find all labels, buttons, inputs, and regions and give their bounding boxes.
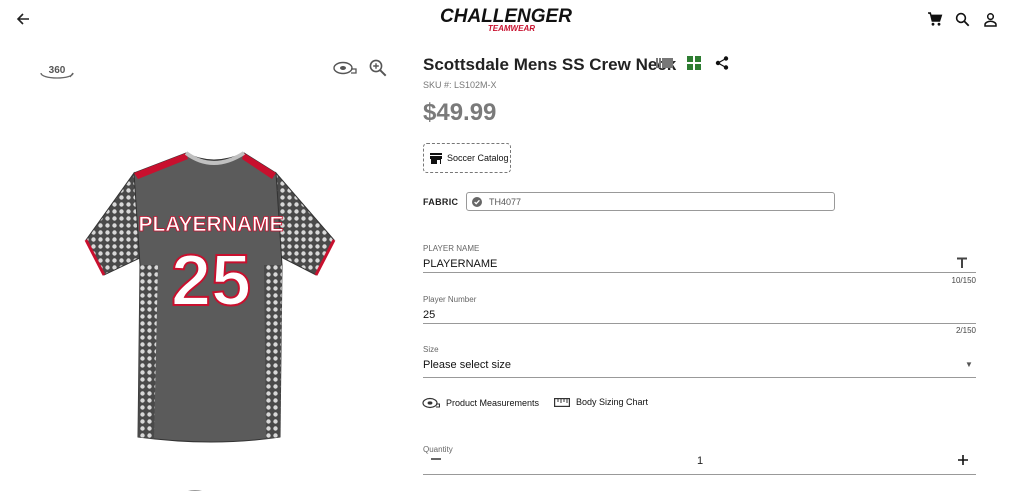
text-format-icon [957, 257, 967, 268]
size-select[interactable]: Please select size [423, 359, 511, 371]
product-measurements-link[interactable]: Product Measurements [422, 397, 539, 409]
player-number-counter: 2/150 [955, 326, 976, 335]
player-number-underline [423, 323, 976, 324]
title-actions [656, 56, 729, 70]
quantity-decrease-button[interactable] [428, 451, 444, 467]
rotate-indicator [170, 483, 220, 491]
jersey-preview[interactable]: PLAYERNAME 25 [76, 145, 351, 445]
quantity-underline [423, 474, 976, 475]
product-measurements-label: Product Measurements [446, 398, 540, 408]
product-sku: SKU #: LS102M-X [423, 80, 497, 90]
brand-logo[interactable]: CHALLENGER TEAMWEAR [432, 3, 582, 35]
back-arrow-icon [16, 13, 29, 25]
soccer-catalog-button[interactable]: Soccer Catalog [423, 143, 511, 173]
fabric-value: TH4077 [489, 196, 522, 207]
player-name-label: PLAYER NAME [423, 244, 480, 253]
gallery-icon [656, 58, 673, 68]
jersey-player-name: PLAYERNAME [138, 213, 283, 236]
player-number-input[interactable]: 25 [423, 309, 435, 321]
player-name-underline [423, 272, 976, 273]
cart-button[interactable] [924, 8, 946, 30]
search-button[interactable] [951, 8, 973, 30]
body-sizing-chart-label: Body Sizing Chart [576, 397, 649, 407]
tape-measure-icon [333, 61, 357, 75]
catalog-label: Soccer Catalog [447, 153, 509, 163]
quantity-increase-button[interactable] [954, 451, 972, 469]
quantity-input[interactable]: 1 [690, 455, 710, 467]
logo-sub-text: TEAMWEAR [488, 24, 535, 33]
measurements-button[interactable] [330, 58, 358, 78]
rotate-360-icon: 360 [40, 65, 74, 79]
share-icon [715, 56, 729, 70]
player-number-label: Player Number [423, 295, 477, 304]
check-circle-icon [472, 196, 482, 207]
zoom-in-icon [369, 59, 387, 77]
gallery-button[interactable] [656, 57, 673, 69]
back-button[interactable] [12, 8, 34, 30]
view-360-button[interactable]: 360 [37, 60, 77, 82]
jersey-number: 25 [171, 241, 251, 321]
zoom-button[interactable] [366, 56, 390, 80]
plus-icon [958, 455, 968, 465]
caret-down-icon[interactable]: ▼ [962, 360, 976, 372]
tape-measure-icon [422, 397, 440, 409]
cart-icon [928, 12, 943, 26]
minus-icon [431, 458, 441, 460]
account-button[interactable] [979, 8, 1001, 30]
grid-view-button[interactable] [687, 56, 701, 70]
search-icon [955, 12, 969, 26]
size-label: Size [423, 345, 439, 354]
fabric-label: FABRIC [423, 197, 459, 207]
player-name-counter: 10/150 [951, 276, 976, 285]
share-button[interactable] [715, 56, 729, 70]
ruler-icon [554, 397, 570, 407]
fabric-select[interactable]: TH4077 [466, 192, 835, 211]
store-icon [430, 152, 442, 164]
product-price: $49.99 [423, 99, 497, 126]
player-name-input[interactable]: PLAYERNAME [423, 258, 497, 270]
view-360-label: 360 [49, 65, 66, 76]
size-underline [423, 377, 976, 378]
font-style-button[interactable] [953, 254, 971, 272]
product-title: Scottsdale Mens SS Crew Neck [423, 55, 677, 74]
body-sizing-chart-link[interactable]: Body Sizing Chart [554, 397, 648, 407]
grid-icon [687, 56, 701, 70]
account-icon [983, 12, 997, 27]
